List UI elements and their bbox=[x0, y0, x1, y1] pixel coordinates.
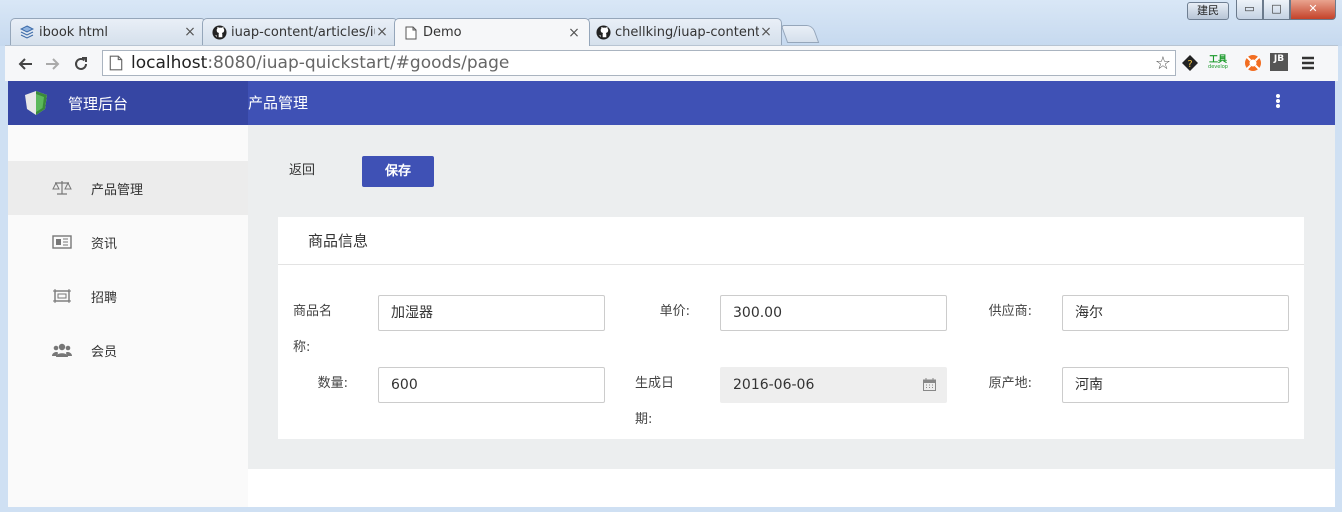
card-title: 商品信息 bbox=[278, 217, 1304, 265]
extension-diamond-icon[interactable]: ? bbox=[1180, 53, 1200, 73]
main-content: 返回 保存 商品信息 商品名 称: 加湿器 单价: 300.00 供应商: 海尔… bbox=[248, 125, 1335, 469]
page-title: 产品管理 bbox=[248, 94, 309, 112]
product-name-label-line2: 称: bbox=[293, 340, 311, 355]
tools-develop-icon[interactable]: 工具 develop bbox=[1208, 53, 1228, 73]
supplier-label: 供应商: bbox=[988, 304, 1032, 319]
page-icon bbox=[109, 55, 123, 71]
close-tab-icon[interactable]: × bbox=[759, 24, 773, 40]
supplier-input[interactable]: 海尔 bbox=[1062, 295, 1289, 331]
tab-chellking[interactable]: chellking/iuap-content × bbox=[586, 18, 782, 45]
sidebar-item-label: 会员 bbox=[91, 344, 118, 360]
newspaper-icon bbox=[52, 234, 72, 250]
app-root: 管理后台 产品管理 产品管理 资讯 招聘 会员 返回 保存 商品信息 商品名 称… bbox=[8, 81, 1335, 507]
brand-title: 管理后台 bbox=[68, 94, 129, 113]
sidebar-item-members[interactable]: 会员 bbox=[8, 323, 248, 377]
quantity-input[interactable]: 600 bbox=[378, 367, 605, 403]
production-date-value: 2016-06-06 bbox=[733, 377, 815, 393]
production-date-label-wrap: 期: bbox=[635, 403, 689, 437]
production-date-label-line2: 期: bbox=[635, 412, 653, 427]
user-badge[interactable]: 建民 bbox=[1187, 2, 1229, 20]
users-icon bbox=[52, 342, 72, 358]
close-tab-icon[interactable]: × bbox=[375, 24, 389, 40]
scale-icon bbox=[52, 180, 72, 196]
product-info-card: 商品信息 商品名 称: 加湿器 单价: 300.00 供应商: 海尔 数量: 6… bbox=[278, 217, 1304, 439]
tools-sublabel: develop bbox=[1208, 64, 1228, 70]
shield-logo-icon bbox=[25, 91, 47, 115]
browser-toolbar: localhost:8080/iuap-quickstart/#goods/pa… bbox=[5, 45, 1338, 81]
tab-strip: ibook html × iuap-content/articles/iu × … bbox=[10, 18, 820, 46]
tab-iuap-articles[interactable]: iuap-content/articles/iu × bbox=[202, 18, 398, 45]
bookmark-star-icon[interactable]: ☆ bbox=[1155, 53, 1171, 74]
close-window-button[interactable]: ✕ bbox=[1290, 0, 1336, 20]
jb-label: JB bbox=[1273, 54, 1285, 64]
tab-label: chellking/iuap-content bbox=[615, 24, 759, 40]
price-label: 单价: bbox=[659, 304, 690, 319]
window-controls: ▭ □ ✕ bbox=[1236, 0, 1336, 20]
tab-label: ibook html bbox=[39, 24, 109, 40]
sidebar-item-label: 招聘 bbox=[91, 290, 118, 306]
jb-icon[interactable]: JB bbox=[1270, 53, 1288, 71]
calendar-icon[interactable] bbox=[923, 378, 936, 391]
origin-label: 原产地: bbox=[988, 376, 1032, 391]
svg-text:?: ? bbox=[1187, 59, 1192, 70]
more-vertical-icon[interactable] bbox=[1275, 93, 1281, 113]
product-name-label: 商品名 bbox=[293, 295, 347, 329]
tab-ibook[interactable]: ibook html × bbox=[10, 18, 206, 45]
back-arrow-icon[interactable] bbox=[11, 50, 39, 78]
price-input[interactable]: 300.00 bbox=[720, 295, 947, 331]
lifebuoy-icon[interactable] bbox=[1243, 53, 1263, 73]
product-name-input[interactable]: 加湿器 bbox=[378, 295, 605, 331]
reload-icon[interactable] bbox=[67, 50, 95, 78]
quantity-label: 数量: bbox=[317, 376, 348, 391]
tab-demo[interactable]: Demo × bbox=[394, 18, 590, 46]
brand[interactable]: 管理后台 bbox=[8, 81, 248, 125]
url-path: :8080/iuap-quickstart/#goods/page bbox=[207, 53, 510, 73]
sidebar-item-products[interactable]: 产品管理 bbox=[8, 161, 248, 215]
minimize-button[interactable]: ▭ bbox=[1236, 0, 1263, 20]
app-header: 管理后台 产品管理 bbox=[8, 81, 1335, 125]
product-name-label-line1: 商品名 bbox=[293, 304, 333, 319]
github-icon bbox=[595, 24, 611, 40]
maximize-button[interactable]: □ bbox=[1263, 0, 1290, 20]
production-date-input[interactable]: 2016-06-06 bbox=[720, 367, 947, 403]
tab-label: iuap-content/articles/iu bbox=[231, 24, 375, 40]
page-icon bbox=[403, 25, 419, 41]
sidebar-item-jobs[interactable]: 招聘 bbox=[8, 269, 248, 323]
save-button[interactable]: 保存 bbox=[362, 156, 434, 187]
menu-hamburger-icon[interactable] bbox=[1298, 53, 1318, 73]
production-date-label-line1: 生成日 bbox=[635, 376, 675, 391]
window-titlebar: 建民 ▭ □ ✕ ibook html × iuap-content/artic… bbox=[0, 0, 1342, 46]
sidebar-item-label: 产品管理 bbox=[91, 182, 144, 198]
book-icon bbox=[19, 24, 35, 40]
tab-label: Demo bbox=[423, 25, 462, 40]
address-bar[interactable]: localhost:8080/iuap-quickstart/#goods/pa… bbox=[102, 50, 1176, 76]
sidebar-item-news[interactable]: 资讯 bbox=[8, 215, 248, 269]
sidebar-item-label: 资讯 bbox=[91, 236, 118, 252]
close-tab-icon[interactable]: × bbox=[183, 24, 197, 40]
forward-arrow-icon[interactable] bbox=[39, 50, 67, 78]
back-button[interactable]: 返回 bbox=[289, 156, 339, 186]
product-name-label-wrap: 称: bbox=[293, 331, 347, 365]
origin-input[interactable]: 河南 bbox=[1062, 367, 1289, 403]
close-tab-icon[interactable]: × bbox=[567, 25, 581, 41]
github-icon bbox=[211, 24, 227, 40]
production-date-label: 生成日 bbox=[635, 367, 689, 401]
frame-icon bbox=[52, 288, 72, 304]
sidebar: 产品管理 资讯 招聘 会员 bbox=[8, 125, 248, 507]
new-tab-button[interactable] bbox=[780, 25, 820, 43]
url-host: localhost bbox=[131, 53, 208, 73]
